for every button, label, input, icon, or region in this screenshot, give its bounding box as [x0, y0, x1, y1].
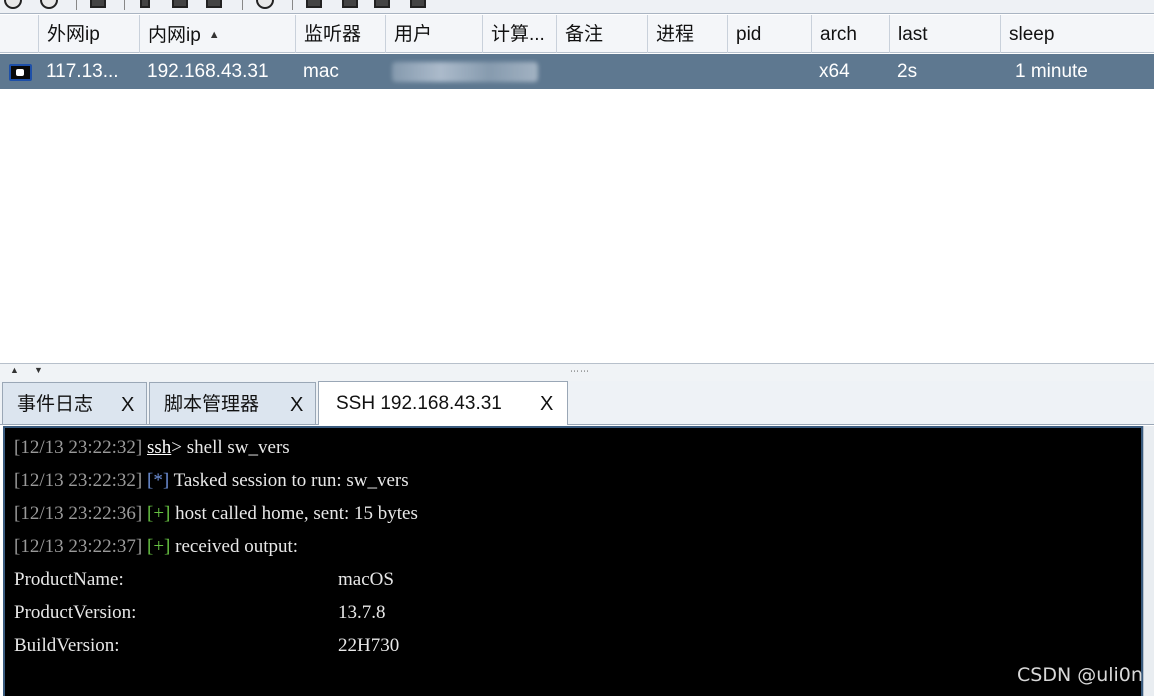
close-tab-button[interactable]: X — [121, 383, 134, 427]
console-line: [12/13 23:22:32] [*] Tasked session to r… — [14, 470, 409, 491]
table-row[interactable]: 117.13... 192.168.43.31 mac x64 2s 1 min… — [0, 54, 1154, 89]
column-header-internal-ip[interactable]: 内网ip ▲ — [139, 15, 295, 53]
disconnect-icon[interactable] — [40, 0, 58, 9]
output-line-key: ProductName: — [14, 569, 124, 590]
toolbar-separator — [292, 0, 293, 10]
column-header-note[interactable]: 备注 — [556, 15, 647, 53]
tab-ssh-session[interactable]: SSH 192.168.43.31 X — [318, 381, 568, 425]
cube-icon[interactable] — [410, 0, 426, 8]
column-header-external-ip[interactable]: 外网ip — [38, 15, 139, 53]
column-header-listener[interactable]: 监听器 — [295, 15, 385, 53]
tab-script-manager[interactable]: 脚本管理器 X — [149, 382, 316, 424]
output-line-value: macOS — [338, 569, 394, 590]
panel-splitter[interactable]: ▲ ▼ ⋯⋯ — [0, 363, 1154, 381]
close-tab-button[interactable]: X — [290, 383, 303, 427]
macos-session-icon — [9, 64, 32, 81]
session-table-header: 外网ip 内网ip ▲ 监听器 用户 计算... 备注 进程 pid arch l… — [0, 15, 1154, 53]
console-line: [12/13 23:22:36] [+] host called home, s… — [14, 503, 418, 524]
collapse-up-icon[interactable]: ▲ — [10, 365, 19, 375]
cell-last: 2s — [897, 61, 918, 82]
prompt-label: ssh — [147, 437, 172, 458]
toolbar — [0, 0, 1154, 14]
console-line: [12/13 23:22:32] ssh> shell sw_vers — [14, 437, 290, 458]
column-header-arch[interactable]: arch — [811, 15, 889, 53]
download-icon[interactable] — [306, 0, 322, 8]
cell-external-ip: 117.13... — [46, 61, 119, 82]
list-icon[interactable] — [172, 0, 188, 8]
column-header-last[interactable]: last — [889, 15, 1000, 53]
column-header-process[interactable]: 进程 — [647, 15, 727, 53]
toolbar-separator — [242, 0, 243, 10]
drag-grip-icon[interactable]: ⋯⋯ — [570, 366, 590, 377]
ssh-console-output[interactable]: [12/13 23:22:32] ssh> shell sw_vers [12/… — [3, 426, 1143, 696]
listeners-icon[interactable] — [90, 0, 106, 8]
connect-icon[interactable] — [4, 0, 22, 9]
key-icon[interactable] — [140, 0, 150, 8]
redacted-user-computer — [392, 62, 538, 82]
screenshot-icon[interactable] — [374, 0, 390, 8]
column-header-pid[interactable]: pid — [727, 15, 811, 53]
edit-icon[interactable] — [342, 0, 358, 8]
cell-internal-ip: 192.168.43.31 — [147, 61, 269, 82]
console-line: [12/13 23:22:37] [+] received output: — [14, 536, 299, 557]
tab-event-log[interactable]: 事件日志 X — [2, 382, 147, 424]
sort-ascending-icon: ▲ — [208, 29, 220, 41]
output-line-key: BuildVersion: — [14, 635, 120, 656]
collapse-down-icon[interactable]: ▼ — [34, 365, 43, 375]
output-line-key: ProductVersion: — [14, 602, 137, 623]
web-icon[interactable] — [256, 0, 274, 9]
toolbar-separator — [76, 0, 77, 10]
console-scrollbar[interactable] — [1143, 426, 1154, 696]
output-line-value: 22H730 — [338, 635, 400, 656]
watermark: CSDN @uli0n — [1017, 664, 1143, 686]
output-line-value: 13.7.8 — [338, 602, 386, 623]
column-header-computer[interactable]: 计算... — [482, 15, 556, 53]
cell-listener: mac — [303, 61, 339, 82]
cell-sleep: 1 minute — [1015, 61, 1088, 82]
tab-bar: 事件日志 X 脚本管理器 X SSH 192.168.43.31 X — [0, 381, 1154, 425]
toolbar-separator — [124, 0, 125, 10]
column-header-user[interactable]: 用户 — [385, 15, 482, 53]
cell-arch: x64 — [819, 61, 850, 82]
targets-icon[interactable] — [206, 0, 222, 8]
column-header-sleep[interactable]: sleep — [1000, 15, 1154, 53]
close-tab-button[interactable]: X — [540, 382, 553, 426]
